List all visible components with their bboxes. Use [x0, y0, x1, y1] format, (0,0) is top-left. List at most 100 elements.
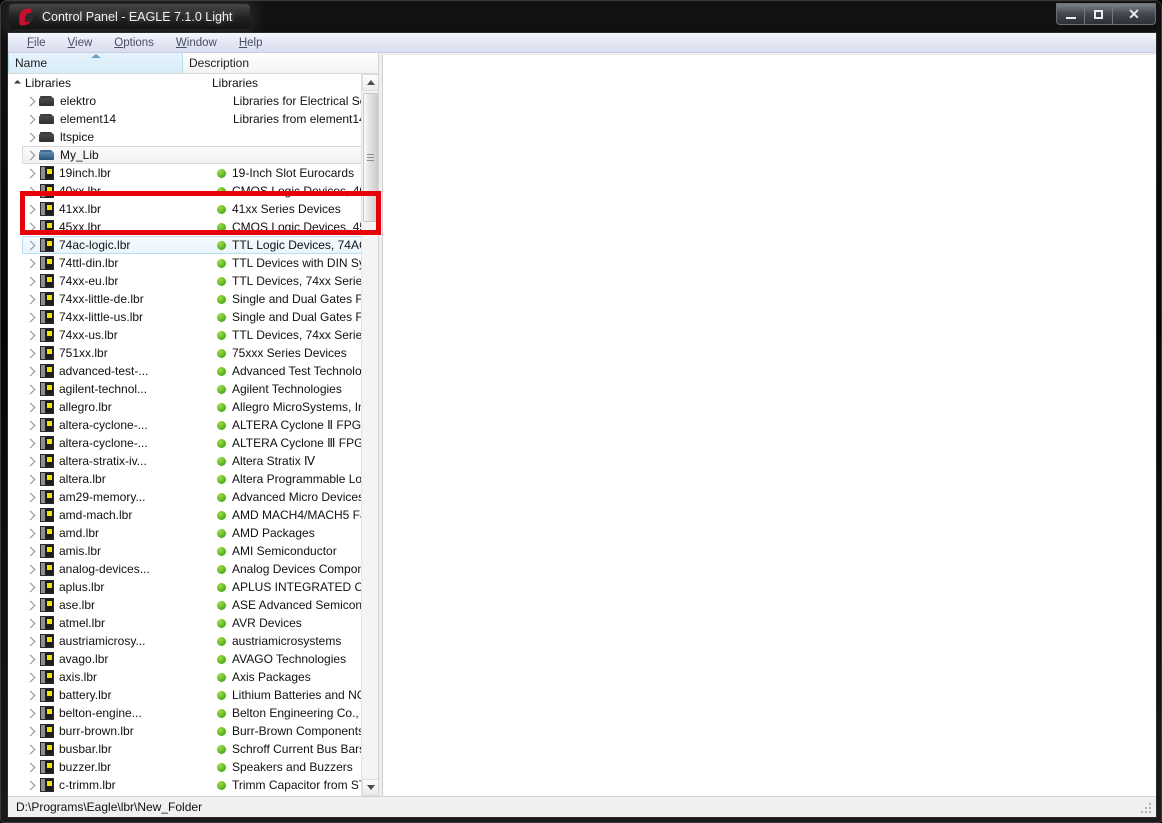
expander-closed-icon[interactable] [23, 458, 39, 465]
expander-closed-icon[interactable] [23, 710, 39, 717]
column-header-description[interactable]: Description [183, 53, 363, 73]
expander-closed-icon[interactable] [23, 440, 39, 447]
expander-closed-icon[interactable] [23, 332, 39, 339]
expander-closed-icon[interactable] [23, 422, 39, 429]
tree-row[interactable]: 74xx-little-de.lbrSingle and Dual Gates … [22, 290, 362, 308]
expander-closed-icon[interactable] [23, 692, 39, 699]
tree-row[interactable]: allegro.lbrAllegro MicroSystems, Inc [22, 398, 362, 416]
expander-closed-icon[interactable] [23, 170, 39, 177]
expander-closed-icon[interactable] [23, 134, 39, 141]
expander-closed-icon[interactable] [23, 476, 39, 483]
tree-row[interactable]: avago.lbrAVAGO Technologies [22, 650, 362, 668]
tree-row[interactable]: amd-mach.lbrAMD MACH4/MACH5 Fami... [22, 506, 362, 524]
tree-row[interactable]: analog-devices...Analog Devices Componen… [22, 560, 362, 578]
minimize-button[interactable] [1057, 4, 1085, 24]
tree-row[interactable]: agilent-technol...Agilent Technologies [22, 380, 362, 398]
tree-row[interactable]: amis.lbrAMI Semiconductor [22, 542, 362, 560]
tree-row[interactable]: 74xx-little-us.lbrSingle and Dual Gates … [22, 308, 362, 326]
column-header-name-label: Name [15, 56, 47, 70]
expander-closed-icon[interactable] [23, 584, 39, 591]
tree-row[interactable]: 45xx.lbrCMOS Logic Devices, 4500 S... [22, 218, 362, 236]
tree-row[interactable]: 74ttl-din.lbrTTL Devices with DIN Symb..… [22, 254, 362, 272]
tree-row[interactable]: element14Libraries from element14 [22, 110, 362, 128]
expander-closed-icon[interactable] [23, 404, 39, 411]
scroll-down-button[interactable] [362, 779, 378, 796]
expander-closed-icon[interactable] [23, 224, 39, 231]
tree-row[interactable]: ltspice [22, 128, 362, 146]
expander-open-icon[interactable] [9, 81, 25, 86]
expander-closed-icon[interactable] [23, 368, 39, 375]
expander-closed-icon[interactable] [23, 548, 39, 555]
expander-closed-icon[interactable] [23, 152, 39, 159]
tree-row[interactable]: amd.lbrAMD Packages [22, 524, 362, 542]
expander-closed-icon[interactable] [23, 746, 39, 753]
expander-closed-icon[interactable] [23, 512, 39, 519]
title-bar[interactable]: Control Panel - EAGLE 7.1.0 Light ✕ [1, 1, 1162, 32]
expander-closed-icon[interactable] [23, 278, 39, 285]
resize-grip-icon[interactable] [1139, 801, 1153, 815]
tree-row[interactable]: battery.lbrLithium Batteries and NC Ac..… [22, 686, 362, 704]
expander-closed-icon[interactable] [23, 494, 39, 501]
expander-closed-icon[interactable] [23, 350, 39, 357]
tree-row[interactable]: axis.lbrAxis Packages [22, 668, 362, 686]
maximize-button[interactable] [1085, 4, 1113, 24]
tree-row[interactable]: altera.lbrAltera Programmable Logic ... [22, 470, 362, 488]
tree-row[interactable]: 74xx-us.lbrTTL Devices, 74xx Series wit.… [22, 326, 362, 344]
tree-row[interactable]: 751xx.lbr75xxx Series Devices [22, 344, 362, 362]
expander-closed-icon[interactable] [23, 656, 39, 663]
expander-closed-icon[interactable] [23, 602, 39, 609]
tree-row-description-cell [218, 151, 233, 160]
scrollbar-thumb[interactable] [363, 93, 378, 222]
triangle-right-icon [25, 348, 35, 358]
close-button[interactable]: ✕ [1113, 4, 1155, 24]
tree-row[interactable]: ase.lbrASE Advanced Semiconduct... [22, 596, 362, 614]
expander-closed-icon[interactable] [23, 296, 39, 303]
expander-closed-icon[interactable] [23, 638, 39, 645]
vertical-scrollbar[interactable] [361, 74, 378, 796]
tree-row[interactable]: 40xx.lbrCMOS Logic Devices, 4000 S... [22, 182, 362, 200]
expander-closed-icon[interactable] [23, 116, 39, 123]
tree-row[interactable]: My_Lib [22, 146, 362, 164]
expander-closed-icon[interactable] [23, 530, 39, 537]
tree-row[interactable]: altera-stratix-iv...Altera Stratix Ⅳ [22, 452, 362, 470]
menu-window[interactable]: Window [165, 35, 228, 51]
tree-row[interactable]: c-trimm.lbrTrimm Capacitor from STEL... [22, 776, 362, 794]
expander-closed-icon[interactable] [23, 674, 39, 681]
tree-row[interactable]: 19inch.lbr19-Inch Slot Eurocards [22, 164, 362, 182]
tree-row[interactable]: austriamicrosy...austriamicrosystems [22, 632, 362, 650]
tree-row[interactable]: altera-cyclone-...ALTERA Cyclone Ⅱ FPGA [22, 416, 362, 434]
menu-options[interactable]: Options [103, 35, 165, 51]
tree-row[interactable]: busbar.lbrSchroff Current Bus Bars for .… [22, 740, 362, 758]
tree-row[interactable]: belton-engine...Belton Engineering Co., … [22, 704, 362, 722]
expander-closed-icon[interactable] [23, 782, 39, 789]
column-header-name[interactable]: Name [8, 53, 183, 73]
tree-row[interactable]: 74ac-logic.lbrTTL Logic Devices, 74AC11x… [22, 236, 362, 254]
expander-closed-icon[interactable] [23, 242, 39, 249]
scroll-up-button[interactable] [362, 74, 378, 91]
tree-row[interactable]: burr-brown.lbrBurr-Brown Components [22, 722, 362, 740]
expander-closed-icon[interactable] [23, 314, 39, 321]
expander-closed-icon[interactable] [23, 728, 39, 735]
menu-help[interactable]: Help [228, 35, 274, 51]
tree-row[interactable]: advanced-test-...Advanced Test Technolog… [22, 362, 362, 380]
tree-row[interactable]: elektroLibraries for Electrical Sche... [22, 92, 362, 110]
triangle-right-icon [25, 402, 35, 412]
tree-row[interactable]: 74xx-eu.lbrTTL Devices, 74xx Series wit.… [22, 272, 362, 290]
tree-row[interactable]: aplus.lbrAPLUS INTEGRATED CIRCUI... [22, 578, 362, 596]
tree-row[interactable]: buzzer.lbrSpeakers and Buzzers [22, 758, 362, 776]
expander-closed-icon[interactable] [23, 620, 39, 627]
expander-closed-icon[interactable] [23, 260, 39, 267]
tree-row[interactable]: altera-cyclone-...ALTERA Cyclone Ⅲ FPGA [22, 434, 362, 452]
expander-closed-icon[interactable] [23, 566, 39, 573]
tree-row[interactable]: atmel.lbrAVR Devices [22, 614, 362, 632]
expander-closed-icon[interactable] [23, 98, 39, 105]
tree-row[interactable]: 41xx.lbr41xx Series Devices [22, 200, 362, 218]
tree-row[interactable]: LibrariesLibraries [8, 74, 362, 92]
expander-closed-icon[interactable] [23, 386, 39, 393]
tree-row[interactable]: am29-memory...Advanced Micro Devices Fla… [22, 488, 362, 506]
expander-closed-icon[interactable] [23, 188, 39, 195]
expander-closed-icon[interactable] [23, 206, 39, 213]
menu-view[interactable]: View [57, 35, 104, 51]
menu-file[interactable]: File [16, 35, 57, 51]
expander-closed-icon[interactable] [23, 764, 39, 771]
